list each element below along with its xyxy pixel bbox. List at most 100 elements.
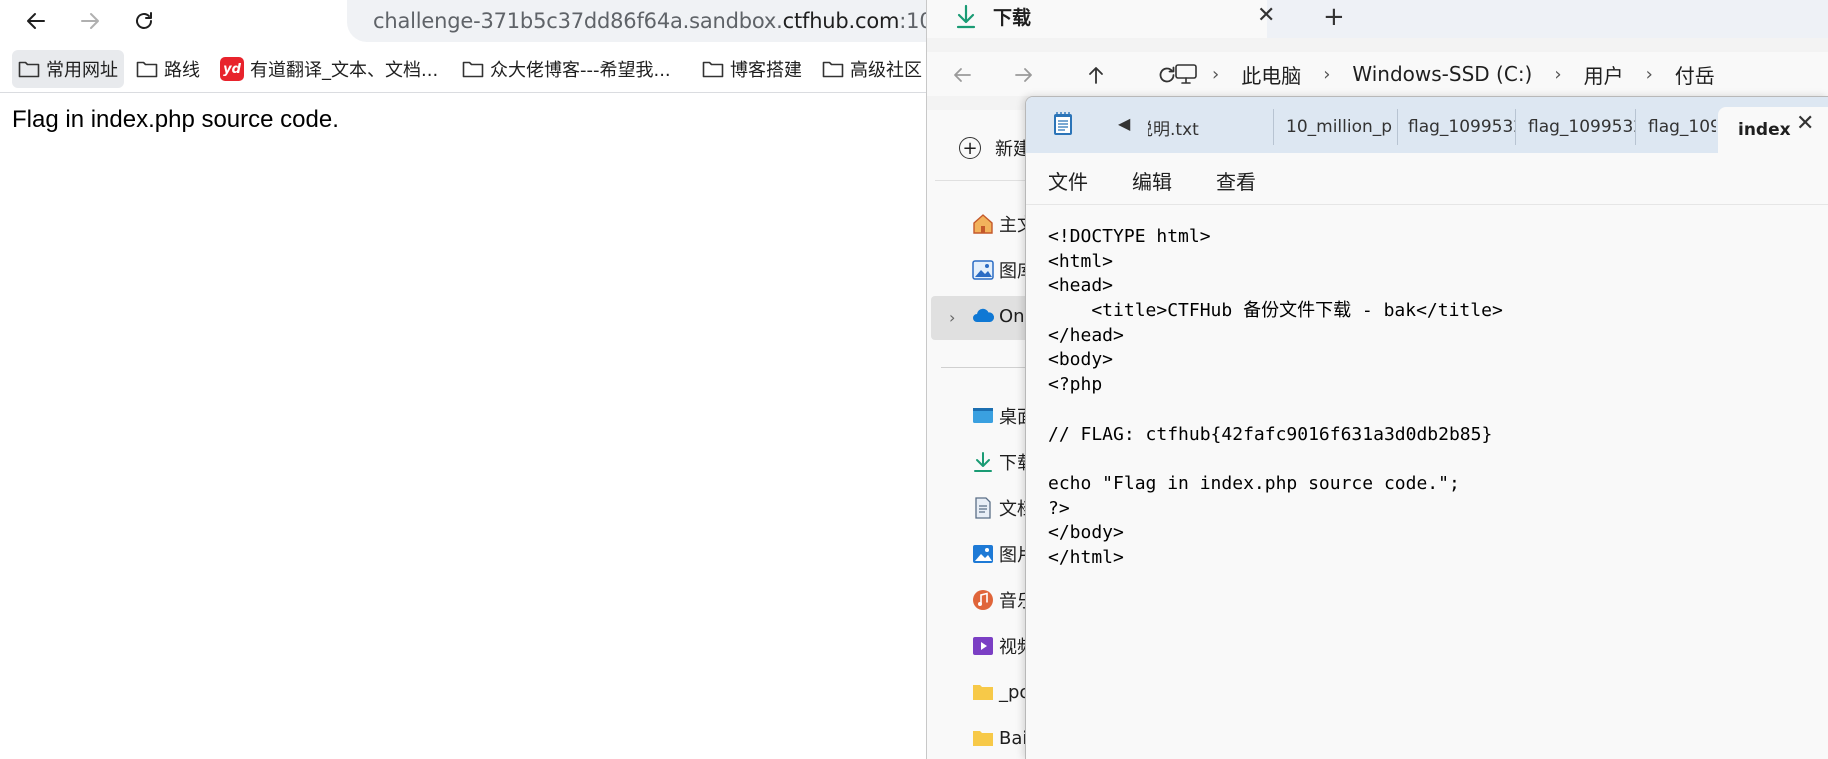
folder-icon <box>822 61 844 78</box>
code-line: </head> <box>1048 324 1124 346</box>
code-line: </body> <box>1048 522 1124 544</box>
new-tab-icon[interactable]: + <box>1323 2 1345 32</box>
explorer-up-button[interactable] <box>1081 60 1111 90</box>
code-line: <head> <box>1048 275 1114 297</box>
back-button[interactable] <box>18 3 54 39</box>
menu-edit[interactable]: 编辑 <box>1132 166 1172 195</box>
notepad-tab-label: 说明.txt <box>1148 119 1199 140</box>
code-line: <html> <box>1048 250 1114 272</box>
chevron-right-icon: › <box>1212 63 1220 85</box>
notepad-tab-label: flag_1099532 <box>1648 117 1716 137</box>
arrow-left-icon <box>27 13 45 29</box>
folder-icon <box>973 685 993 700</box>
bookmark-folder-blogs[interactable]: 众大佬博客---希望我... <box>462 50 671 88</box>
menu-file[interactable]: 文件 <box>1048 166 1088 195</box>
explorer-back-button[interactable] <box>947 60 977 90</box>
music-icon <box>973 590 993 610</box>
arrow-up-icon <box>1089 67 1103 84</box>
folder-icon <box>18 61 40 78</box>
notepad-window: ◀ 说明.txt 10_million_p flag_1099532 flag_… <box>1025 96 1828 759</box>
code-line: <!DOCTYPE html> <box>1048 226 1211 247</box>
breadcrumb: › 此电脑 › Windows-SSD (C:) › 用户 › 付岳 <box>1175 52 1828 96</box>
bookmark-label: 高级社区 <box>850 60 922 81</box>
close-icon[interactable]: ✕ <box>1257 3 1275 28</box>
code-line: <body> <box>1048 349 1114 371</box>
onedrive-icon <box>973 308 995 322</box>
notepad-tab-label: flag_1099532 <box>1528 117 1636 137</box>
download-icon <box>974 452 992 472</box>
bookmark-folder-blog-setup[interactable]: 博客搭建 <box>702 50 802 88</box>
desktop-icon <box>973 408 993 423</box>
folder-icon <box>702 61 724 78</box>
address-bar[interactable]: challenge-371b5c37dd86f64a.sandbox.ctfhu… <box>347 0 933 42</box>
reload-button[interactable] <box>126 3 162 39</box>
page-body-text: Flag in index.php source code. <box>12 106 339 133</box>
notepad-menubar: 文件 编辑 查看 <box>1026 153 1828 205</box>
explorer-forward-button[interactable] <box>1009 60 1039 90</box>
gallery-icon <box>972 260 994 280</box>
bookmark-folder-community[interactable]: 高级社区 <box>822 50 922 88</box>
bookmark-youdao[interactable]: yd 有道翻译_文本、文档... <box>220 50 438 88</box>
url-prefix: challenge-371b5c37dd86f64a.sandbox. <box>373 9 783 33</box>
youdao-icon: yd <box>220 57 244 81</box>
close-icon[interactable]: ✕ <box>1796 111 1814 136</box>
arrow-right-icon <box>1015 68 1032 82</box>
notepad-tab[interactable]: flag_1099532 <box>1408 109 1516 145</box>
pictures-icon <box>973 545 993 563</box>
code-line: ?> <box>1048 497 1070 519</box>
plus-icon: + <box>959 137 981 159</box>
bookmark-label: 路线 <box>164 60 200 81</box>
notepad-tab-label: index <box>1738 120 1791 140</box>
explorer-titlebar: 下载 ✕ + <box>927 0 1828 38</box>
notepad-tab-label: flag_1099532 <box>1408 117 1516 137</box>
code-editor[interactable]: <!DOCTYPE html> <html> <head> <title>CTF… <box>1048 225 1828 571</box>
home-icon <box>973 214 993 234</box>
bookmark-folder-common[interactable]: 常用网址 <box>12 50 124 88</box>
bookmark-label: 博客搭建 <box>730 60 802 81</box>
code-line: </html> <box>1048 546 1124 568</box>
folder-icon <box>136 61 158 78</box>
code-line-flag: // FLAG: ctfhub{42fafc9016f631a3d0db2b85… <box>1048 423 1493 445</box>
arrow-left-icon <box>954 68 971 82</box>
forward-button[interactable] <box>72 3 108 39</box>
breadcrumb-drive[interactable]: Windows-SSD (C:) <box>1352 62 1532 86</box>
url-host: ctfhub.com <box>782 9 900 33</box>
computer-icon <box>1175 64 1197 84</box>
explorer-tab-downloads[interactable]: 下载 ✕ <box>927 0 1275 38</box>
notepad-tab[interactable]: 说明.txt <box>1148 109 1274 145</box>
chevron-right-icon[interactable]: › <box>949 308 955 327</box>
code-line: echo "Flag in index.php source code."; <box>1048 472 1460 494</box>
bookmark-label: 众大佬博客---希望我... <box>490 60 671 81</box>
folder-icon <box>462 61 484 78</box>
document-icon <box>975 497 991 519</box>
chevron-right-icon: › <box>1645 63 1653 85</box>
chevron-right-icon: › <box>1554 63 1562 85</box>
notepad-tab[interactable]: flag_1099532 <box>1528 109 1636 145</box>
download-icon <box>956 4 976 29</box>
notepad-tab[interactable]: flag_1099532 <box>1648 109 1716 145</box>
new-button[interactable]: + 新建 <box>959 135 1031 161</box>
code-line: <title>CTFHub 备份文件下载 - bak</title> <box>1048 300 1503 322</box>
notepad-tab[interactable]: 10_million_p <box>1286 109 1398 145</box>
bookmark-folder-route[interactable]: 路线 <box>136 50 200 88</box>
browser-toolbar: challenge-371b5c37dd86f64a.sandbox.ctfhu… <box>0 0 933 42</box>
notepad-icon <box>1054 112 1072 135</box>
code-line: <?php <box>1048 374 1103 396</box>
bookmark-label: 常用网址 <box>46 60 118 81</box>
breadcrumb-user[interactable]: 付岳 <box>1675 60 1715 89</box>
breadcrumb-this-pc[interactable]: 此电脑 <box>1241 60 1301 89</box>
notepad-tab-label: 10_million_p <box>1286 117 1393 137</box>
reload-icon <box>136 12 152 29</box>
breadcrumb-users[interactable]: 用户 <box>1584 60 1624 89</box>
folder-icon <box>973 731 993 746</box>
caret-left-icon[interactable]: ◀ <box>1118 114 1130 133</box>
bookmark-label: 有道翻译_文本、文档... <box>250 60 439 81</box>
bookmarks-bar: 常用网址 路线 yd 有道翻译_文本、文档... 众大佬博客---希望我... … <box>0 50 926 90</box>
browser-window: challenge-371b5c37dd86f64a.sandbox.ctfhu… <box>0 0 933 759</box>
notepad-tabbar: ◀ 说明.txt 10_million_p flag_1099532 flag_… <box>1026 97 1828 153</box>
menu-view[interactable]: 查看 <box>1216 166 1256 195</box>
chevron-right-icon: › <box>1323 63 1331 85</box>
explorer-tab-label: 下载 <box>993 7 1032 29</box>
